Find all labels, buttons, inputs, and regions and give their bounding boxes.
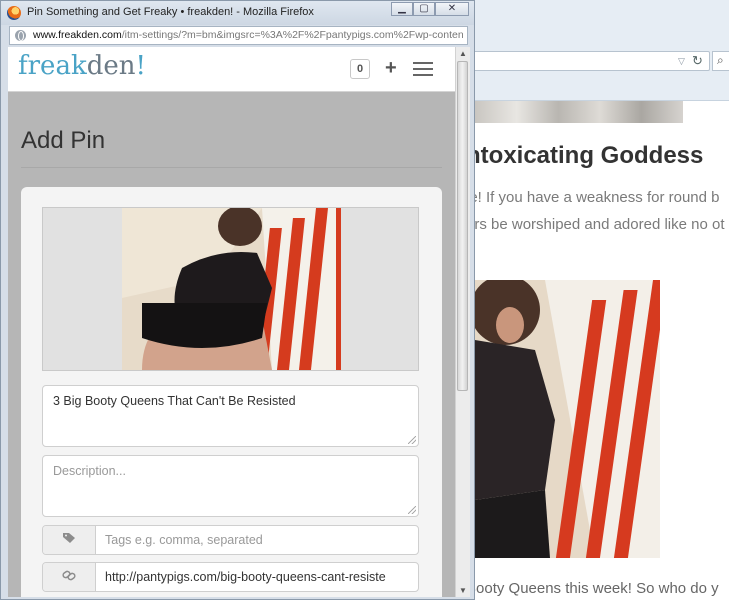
- logo-den: den: [86, 51, 136, 81]
- firefox-icon: [7, 6, 21, 20]
- scroll-up-arrow-icon[interactable]: ▲: [459, 49, 467, 58]
- logo-bang: !: [135, 51, 146, 81]
- vertical-scrollbar[interactable]: ▲ ▼: [455, 47, 470, 597]
- close-button[interactable]: ✕: [435, 2, 469, 16]
- scrollbar-thumb[interactable]: [457, 61, 468, 391]
- window-title: Pin Something and Get Freaky • freakden!…: [27, 6, 314, 18]
- resize-grip-icon[interactable]: [408, 506, 416, 514]
- link-value: http://pantypigs.com/big-booty-queens-ca…: [105, 570, 386, 584]
- description-field[interactable]: Description...: [42, 455, 419, 517]
- popup-window: Pin Something and Get Freaky • freakden!…: [0, 0, 475, 600]
- pin-title-field[interactable]: 3 Big Booty Queens That Can't Be Resiste…: [42, 385, 419, 447]
- tags-placeholder: Tags e.g. comma, separated: [105, 533, 263, 547]
- background-top-image: [475, 101, 683, 123]
- minimize-button[interactable]: ▁: [391, 2, 413, 16]
- url-host: www.freakden.com: [33, 29, 122, 41]
- link-input-group[interactable]: http://pantypigs.com/big-booty-queens-ca…: [42, 562, 419, 592]
- hamburger-menu-icon[interactable]: [413, 62, 433, 76]
- site-header: freakden! 0 +: [8, 47, 455, 92]
- url-dropdown-icon[interactable]: ▽: [678, 56, 685, 67]
- globe-icon: [15, 30, 26, 41]
- pin-image-preview: [42, 207, 419, 371]
- logo-freak: freak: [18, 51, 87, 81]
- page-title: Add Pin: [21, 127, 106, 154]
- url-path: /itm-settings/?m=bm&imgsrc=%3A%2F%2Fpant…: [121, 29, 463, 41]
- link-icon: [43, 563, 96, 591]
- maximize-button[interactable]: ▢: [413, 2, 435, 16]
- resize-grip-icon[interactable]: [408, 436, 416, 444]
- reload-icon[interactable]: ↻: [692, 53, 703, 69]
- tag-icon: [43, 526, 96, 554]
- url-text[interactable]: www.freakden.com/itm-settings/?m=bm&imgs…: [33, 29, 463, 41]
- pin-count-badge[interactable]: 0: [350, 59, 370, 79]
- page-viewport: freakden! 0 + Add Pin 3 Big Booty Queens…: [8, 47, 455, 597]
- title-divider: [21, 167, 442, 168]
- tags-input-group[interactable]: Tags e.g. comma, separated: [42, 525, 419, 555]
- window-title-bar[interactable]: Pin Something and Get Freaky • freakden!…: [1, 1, 474, 25]
- address-bar[interactable]: www.freakden.com/itm-settings/?m=bm&imgs…: [9, 26, 468, 45]
- freakden-logo[interactable]: freakden!: [18, 51, 146, 81]
- background-article-photo: [475, 280, 660, 558]
- background-paragraph-line: Booty Queens this week! So who do y: [466, 580, 719, 597]
- background-paragraph-line: le! If you have a weakness for round b: [466, 189, 720, 206]
- add-pin-icon[interactable]: +: [385, 57, 397, 80]
- description-placeholder: Description...: [53, 464, 126, 478]
- background-article-heading: ntoxicating Goddess: [466, 142, 704, 169]
- pin-title-value: 3 Big Booty Queens That Can't Be Resiste…: [53, 394, 296, 408]
- pin-image: [122, 208, 341, 370]
- search-icon[interactable]: ⌕: [717, 53, 724, 68]
- background-url-bar[interactable]: [470, 51, 710, 71]
- add-pin-form-card: 3 Big Booty Queens That Can't Be Resiste…: [21, 187, 442, 597]
- scroll-down-arrow-icon[interactable]: ▼: [459, 586, 467, 595]
- background-paragraph-line: ers be worshiped and adored like no ot: [466, 216, 725, 233]
